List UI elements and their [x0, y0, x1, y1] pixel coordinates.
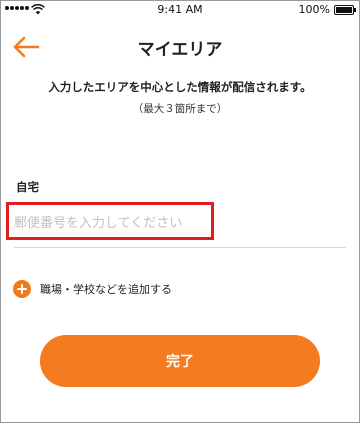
postal-code-input[interactable] [14, 212, 214, 234]
plus-circle-icon [13, 280, 31, 298]
description-text: 入力したエリアを中心とした情報が配信されます。 [48, 80, 312, 94]
page-title: マイエリア [137, 40, 223, 60]
battery-percent: 100% [298, 3, 330, 16]
home-field-label: 自宅 [16, 180, 39, 194]
battery-icon [334, 5, 356, 15]
limit-note: （最大３箇所まで） [132, 103, 228, 115]
add-area-label: 職場・学校などを追加する [40, 283, 172, 296]
add-workplace-school-button[interactable]: 職場・学校などを追加する [13, 279, 172, 299]
input-underline [14, 247, 346, 248]
done-button[interactable]: 完了 [40, 335, 320, 387]
status-bar: 9:41 AM 100% [0, 0, 360, 20]
